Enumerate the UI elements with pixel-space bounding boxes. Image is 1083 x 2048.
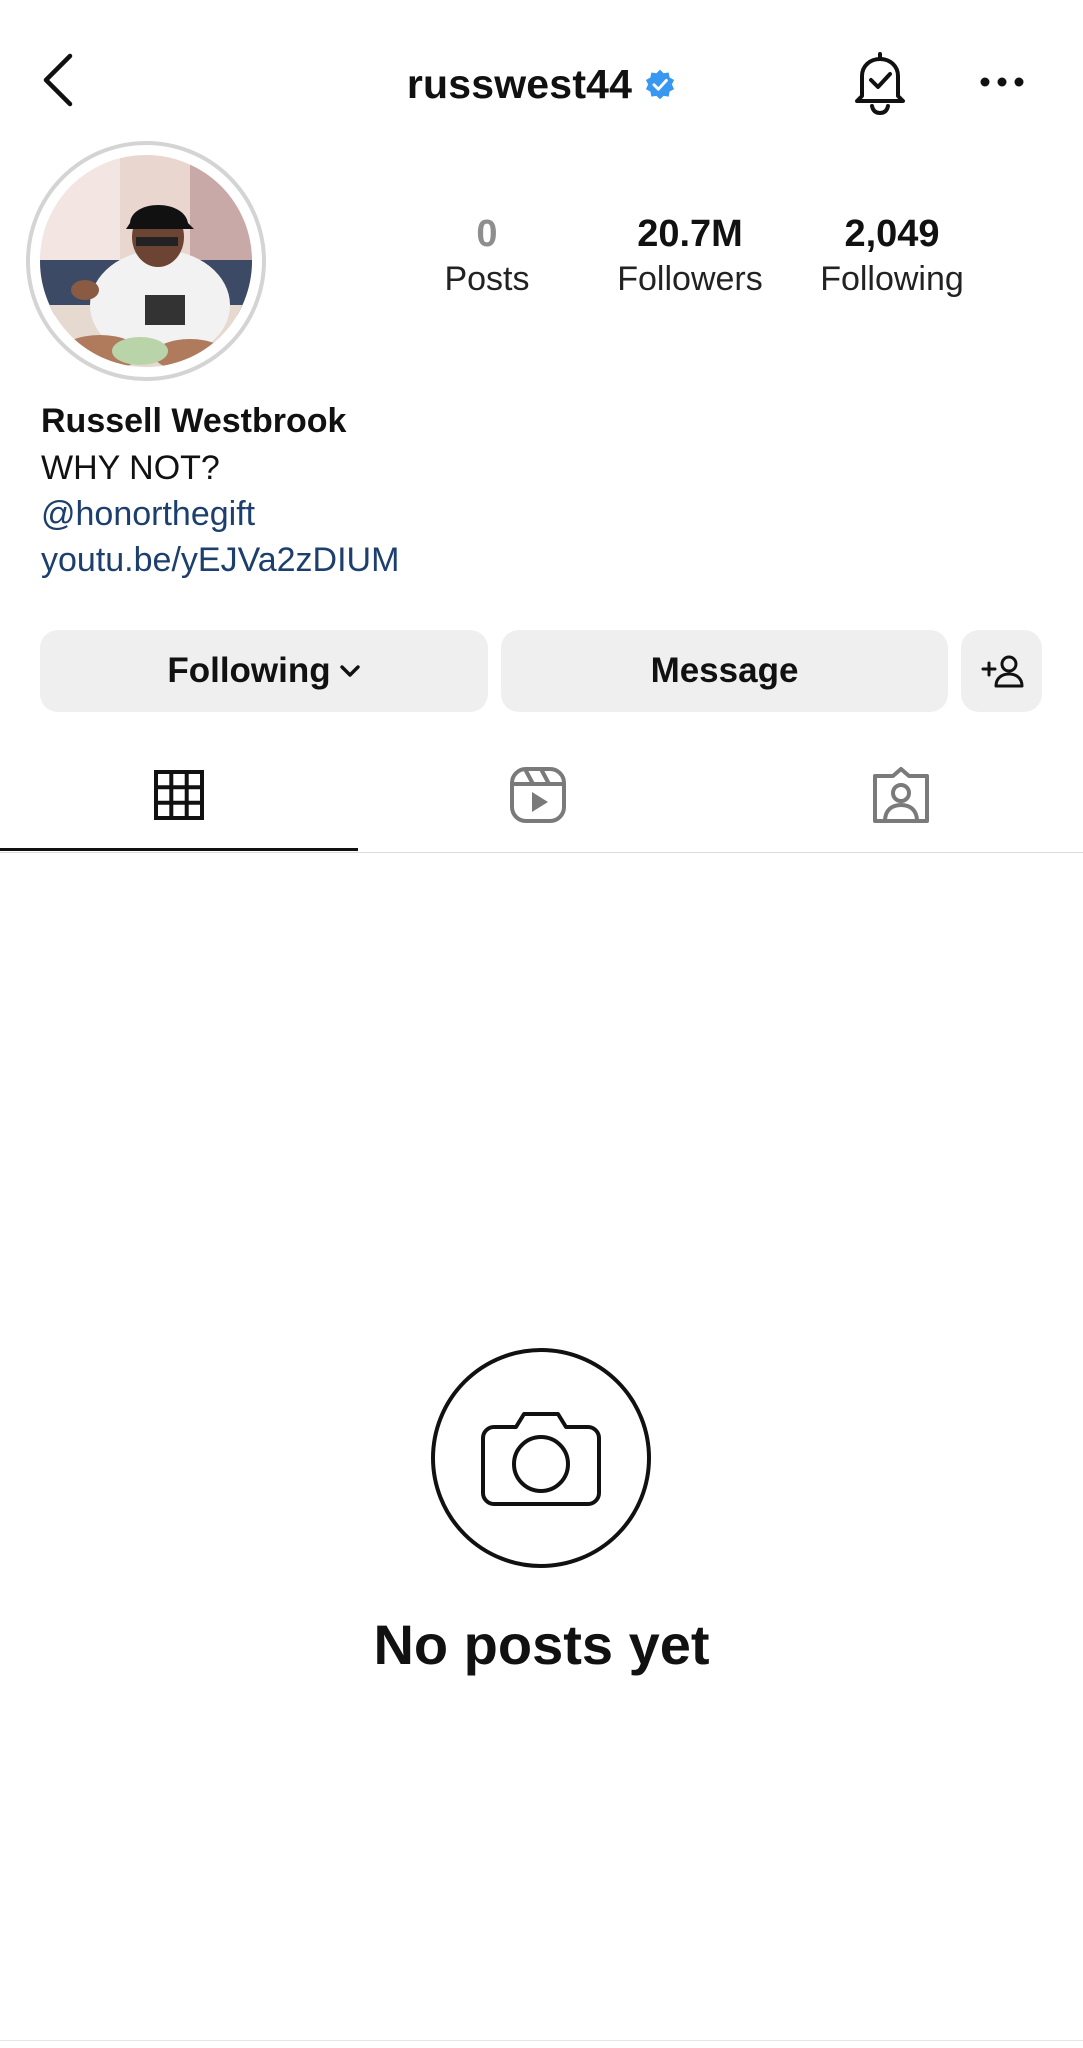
stat-posts[interactable]: 0 Posts: [397, 212, 577, 300]
stat-followers[interactable]: 20.7M Followers: [600, 212, 780, 300]
stat-following[interactable]: 2,049 Following: [802, 212, 982, 300]
notifications-button[interactable]: [848, 50, 912, 118]
more-horizontal-icon: [980, 77, 1024, 87]
chevron-down-icon: [339, 665, 360, 677]
message-button[interactable]: Message: [501, 630, 948, 712]
followers-count: 20.7M: [637, 213, 743, 255]
profile-photo: [40, 155, 252, 367]
tab-reels[interactable]: [358, 740, 718, 850]
avatar[interactable]: [40, 155, 252, 367]
following-label: Following: [820, 259, 964, 298]
chevron-left-icon: [43, 53, 73, 107]
tab-divider: [0, 852, 1083, 853]
following-button-label: Following: [167, 651, 331, 690]
bio-text: WHY NOT?: [41, 449, 220, 487]
following-button[interactable]: Following: [40, 630, 488, 712]
bottom-divider: [0, 2040, 1083, 2041]
profile-name: Russell Westbrook: [41, 402, 347, 440]
header-title: russwest44: [0, 52, 1083, 116]
reels-icon: [510, 767, 566, 823]
message-button-label: Message: [650, 651, 799, 690]
posts-label: Posts: [444, 259, 530, 298]
tagged-icon: [872, 767, 929, 823]
following-count: 2,049: [844, 213, 940, 255]
followers-label: Followers: [617, 259, 763, 298]
grid-icon: [154, 770, 204, 820]
camera-icon: [431, 1348, 651, 1568]
verified-badge-icon: [646, 69, 675, 100]
bio-url-link[interactable]: youtu.be/yEJVa2zDIUM: [41, 541, 399, 580]
username-title: russwest44: [406, 60, 633, 107]
empty-state-text: No posts yet: [373, 1613, 710, 1676]
back-button[interactable]: [34, 50, 84, 110]
bio-mention-link[interactable]: @honorthegift: [41, 495, 255, 534]
posts-count: 0: [476, 213, 498, 255]
add-user-button[interactable]: [961, 630, 1042, 712]
bell-check-icon: [855, 52, 905, 116]
empty-state-camera: [430, 1347, 652, 1569]
active-tab-indicator: [0, 848, 358, 851]
add-person-icon: [981, 655, 1023, 688]
more-options-button[interactable]: [975, 62, 1029, 102]
tab-tagged[interactable]: [718, 740, 1083, 850]
tab-posts-grid[interactable]: [0, 740, 358, 850]
